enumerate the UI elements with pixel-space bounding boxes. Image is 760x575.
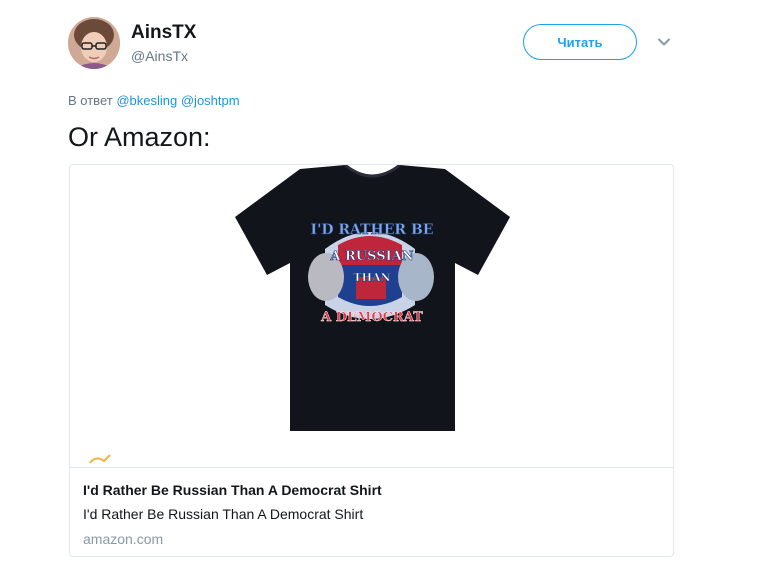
tshirt-image: I'D RATHER BE A RUSSIAN THAN A DEMOCRAT: [89, 165, 510, 464]
card-image[interactable]: I'D RATHER BE A RUSSIAN THAN A DEMOCRAT: [70, 165, 673, 467]
shirt-text-line2: A RUSSIAN: [329, 249, 413, 264]
shirt-text-line3: THAN: [353, 271, 390, 284]
follow-button[interactable]: Читать: [523, 24, 637, 60]
author-name[interactable]: AinsTX: [131, 22, 196, 44]
reply-context: В ответ @bkesling @joshtpm: [68, 93, 240, 108]
card-domain: amazon.com: [83, 531, 164, 547]
link-card[interactable]: I'D RATHER BE A RUSSIAN THAN A DEMOCRAT …: [69, 164, 674, 557]
shirt-text-line1: I'D RATHER BE: [311, 222, 434, 238]
tweet-text: Or Amazon:: [68, 122, 211, 152]
author-handle[interactable]: @AinsTx: [131, 48, 188, 64]
mention-link[interactable]: @joshtpm: [181, 93, 240, 108]
avatar[interactable]: [68, 17, 120, 69]
shirt-text-line4: A DEMOCRAT: [320, 310, 423, 325]
chevron-down-icon[interactable]: [656, 34, 672, 50]
partial-logo-icon: [89, 454, 111, 464]
avatar-image: [68, 17, 120, 69]
card-description: I'd Rather Be Russian Than A Democrat Sh…: [83, 506, 364, 522]
card-title[interactable]: I'd Rather Be Russian Than A Democrat Sh…: [83, 482, 382, 498]
mention-link[interactable]: @bkesling: [116, 93, 177, 108]
reply-prefix: В ответ: [68, 93, 113, 108]
card-divider: [70, 467, 673, 468]
